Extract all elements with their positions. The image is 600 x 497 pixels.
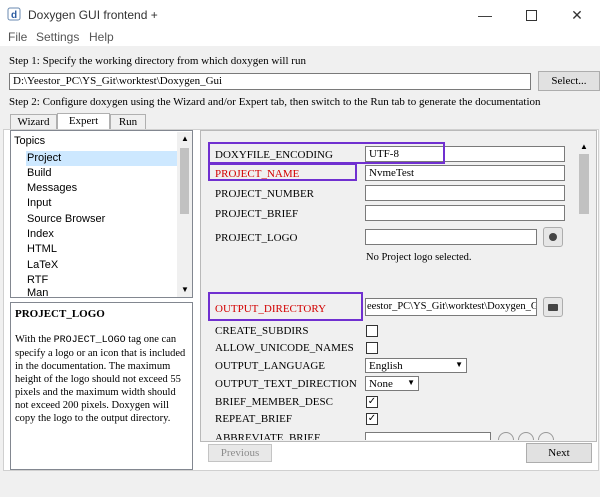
- settings-scrollbar[interactable]: ▲: [576, 140, 592, 440]
- topic-item-project[interactable]: Project: [26, 151, 177, 166]
- next-button[interactable]: Next: [526, 443, 592, 463]
- settings-panel: DOXYFILE_ENCODING UTF-8 PROJECT_NAME Nvm…: [205, 140, 593, 440]
- output-text-direction-label: OUTPUT_TEXT_DIRECTION: [215, 378, 357, 390]
- help-tag: PROJECT_LOGO: [53, 335, 126, 346]
- project-logo-browse-button[interactable]: [543, 227, 563, 247]
- tab-expert[interactable]: Expert: [57, 113, 110, 130]
- topics-header: Topics: [14, 135, 46, 147]
- topics-scrollbar[interactable]: ▲ ▼: [177, 132, 192, 297]
- highlight-doxyfile-encoding: [208, 142, 445, 164]
- create-subdirs-label: CREATE_SUBDIRS: [215, 325, 309, 337]
- reset-item-button[interactable]: [538, 432, 554, 440]
- output-directory-input[interactable]: eestor_PC\YS_Git\worktest\Doxygen_Gui: [365, 298, 537, 316]
- menu-bar: File Settings Help: [0, 30, 600, 46]
- topic-item-rtf[interactable]: RTF: [26, 273, 177, 288]
- topic-item-index[interactable]: Index: [26, 227, 177, 242]
- folder-icon: [548, 303, 558, 311]
- maximize-button[interactable]: [508, 0, 554, 30]
- highlight-project-name: [208, 163, 357, 181]
- window-title: Doxygen GUI frontend +: [28, 8, 158, 22]
- topic-item-source-browser[interactable]: Source Browser: [26, 212, 177, 227]
- project-number-label: PROJECT_NUMBER: [215, 188, 315, 200]
- abbreviate-brief-label: ABBREVIATE_BRIEF: [215, 432, 321, 440]
- help-text: With the PROJECT_LOGO tag one can specif…: [15, 334, 186, 424]
- help-panel: PROJECT_LOGO With the PROJECT_LOGO tag o…: [10, 302, 193, 470]
- topic-item-build[interactable]: Build: [26, 166, 177, 181]
- app-icon: d: [7, 7, 21, 21]
- topic-item-input[interactable]: Input: [26, 196, 177, 211]
- output-text-direction-select[interactable]: None ▼: [365, 376, 419, 391]
- brief-member-desc-label: BRIEF_MEMBER_DESC: [215, 396, 333, 408]
- menu-file[interactable]: File: [8, 30, 27, 44]
- dropdown-arrow-icon: ▼: [455, 360, 463, 369]
- step1-label: Step 1: Specify the working directory fr…: [9, 55, 306, 67]
- minimize-button[interactable]: —: [462, 0, 508, 30]
- topic-item-messages[interactable]: Messages: [26, 181, 177, 196]
- create-subdirs-checkbox[interactable]: [366, 325, 378, 337]
- chevron-down-icon[interactable]: ▼: [181, 285, 189, 294]
- close-button[interactable]: ✕: [554, 0, 600, 30]
- output-language-select[interactable]: English ▼: [365, 358, 467, 373]
- dropdown-arrow-icon: ▼: [407, 378, 415, 387]
- repeat-brief-label: REPEAT_BRIEF: [215, 413, 293, 425]
- file-icon: [549, 233, 557, 241]
- help-title: PROJECT_LOGO: [15, 308, 105, 320]
- project-logo-input[interactable]: [365, 229, 537, 245]
- tab-run[interactable]: Run: [110, 114, 146, 129]
- menu-settings[interactable]: Settings: [36, 30, 79, 44]
- project-number-input[interactable]: [365, 185, 565, 201]
- output-language-label: OUTPUT_LANGUAGE: [215, 360, 325, 372]
- topics-scrollbar-thumb[interactable]: [180, 148, 189, 214]
- previous-button[interactable]: Previous: [208, 444, 272, 462]
- menu-help[interactable]: Help: [89, 30, 114, 44]
- select-directory-button[interactable]: Select...: [538, 71, 600, 91]
- title-bar: d Doxygen GUI frontend + — ✕: [0, 0, 600, 30]
- settings-scrollbar-thumb[interactable]: [579, 154, 589, 214]
- project-brief-label: PROJECT_BRIEF: [215, 208, 299, 220]
- abbreviate-brief-input[interactable]: [365, 432, 491, 440]
- step2-label: Step 2: Configure doxygen using the Wiza…: [9, 96, 541, 108]
- working-directory-input[interactable]: D:\Yeestor_PC\YS_Git\worktest\Doxygen_Gu…: [9, 73, 531, 90]
- allow-unicode-names-checkbox[interactable]: [366, 342, 378, 354]
- repeat-brief-checkbox[interactable]: ✓: [366, 413, 378, 425]
- topics-list: Topics Project Build Messages Input Sour…: [10, 130, 193, 298]
- project-name-input[interactable]: NvmeTest: [365, 165, 565, 181]
- topic-item-man[interactable]: Man: [26, 287, 177, 297]
- project-brief-input[interactable]: [365, 205, 565, 221]
- output-directory-browse-button[interactable]: [543, 297, 563, 317]
- chevron-up-icon[interactable]: ▲: [580, 142, 588, 151]
- tab-wizard[interactable]: Wizard: [10, 114, 57, 129]
- project-logo-note: No Project logo selected.: [366, 252, 472, 263]
- topic-item-latex[interactable]: LaTeX: [26, 258, 177, 273]
- allow-unicode-names-label: ALLOW_UNICODE_NAMES: [215, 342, 354, 354]
- remove-item-button[interactable]: [518, 432, 534, 440]
- svg-text:d: d: [11, 10, 17, 21]
- highlight-output-directory: [208, 292, 363, 321]
- add-item-button[interactable]: [498, 432, 514, 440]
- chevron-up-icon[interactable]: ▲: [181, 134, 189, 143]
- brief-member-desc-checkbox[interactable]: ✓: [366, 396, 378, 408]
- project-logo-label: PROJECT_LOGO: [215, 232, 298, 244]
- topic-item-html[interactable]: HTML: [26, 242, 177, 257]
